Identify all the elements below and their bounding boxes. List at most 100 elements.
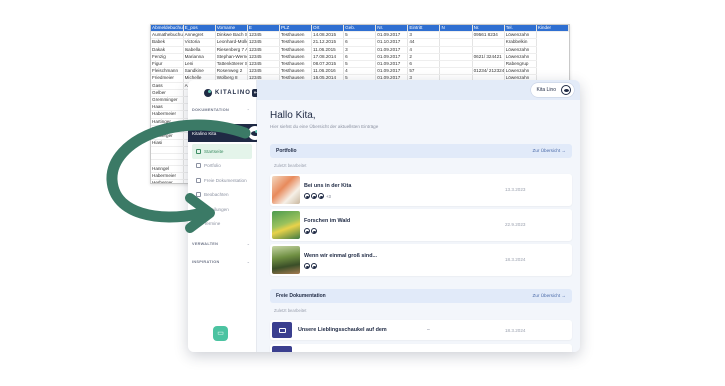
spreadsheet-cell[interactable]: 11.06.2016: [311, 67, 345, 76]
spreadsheet-cell[interactable]: 01.09.2017: [375, 46, 409, 54]
spreadsheet-cell[interactable]: 01234/ 212324: [472, 67, 505, 76]
spreadsheet-cell[interactable]: 12345: [247, 67, 280, 76]
spreadsheet-cell[interactable]: 01.09.2017: [375, 60, 409, 69]
spreadsheet-cell[interactable]: Herberger: [151, 179, 184, 183]
logo[interactable]: KITALINO: [204, 89, 251, 97]
spreadsheet-cell[interactable]: 01.09.2017: [375, 67, 409, 76]
spreadsheet-cell[interactable]: 5: [343, 60, 377, 69]
spreadsheet-cell[interactable]: Isabella: [183, 46, 216, 54]
spreadsheet-header-cell[interactable]: Eintritt: [407, 25, 441, 33]
spreadsheet-cell[interactable]: Figur: [151, 60, 184, 69]
spreadsheet-cell[interactable]: Riesenberg 7 A: [215, 46, 248, 54]
spreadsheet-cell[interactable]: Fleischmann: [151, 67, 184, 76]
spreadsheet-cell[interactable]: 01.09.2017: [375, 31, 409, 40]
spreadsheet-header-cell[interactable]: Kinder: [536, 25, 569, 33]
spreadsheet-cell[interactable]: Herberger: [151, 132, 184, 141]
spreadsheet-cell[interactable]: 4: [343, 67, 377, 76]
spreadsheet-cell[interactable]: [472, 46, 505, 54]
spreadsheet-cell[interactable]: [439, 31, 473, 40]
spreadsheet-header-cell[interactable]: Abmeldebuchung: [151, 25, 184, 33]
spreadsheet-header-cell[interactable]: Nr.: [375, 25, 409, 33]
spreadsheet-cell[interactable]: Krabbelkin: [504, 38, 537, 47]
portfolio-overview-link[interactable]: Zur Übersicht →: [533, 144, 566, 158]
spreadsheet-cell[interactable]: 2: [407, 53, 441, 62]
spreadsheet-cell[interactable]: [439, 38, 473, 47]
free-docs-overview-link[interactable]: Zur Übersicht →: [533, 289, 566, 303]
spreadsheet-cell[interactable]: 11.06.2015: [311, 46, 345, 54]
spreadsheet-cell[interactable]: Rosenweg 2: [215, 67, 248, 76]
spreadsheet-cell[interactable]: Hoenzel: [151, 125, 184, 134]
spreadsheet-header-cell[interactable]: E_pos: [183, 25, 216, 33]
spreadsheet-cell[interactable]: Löwenzahn: [504, 31, 537, 40]
spreadsheet-cell[interactable]: 21.12.2015: [311, 38, 345, 47]
spreadsheet-cell[interactable]: 3: [343, 46, 377, 54]
spreadsheet-cell[interactable]: Sandkine: [183, 67, 216, 76]
free-doc-card[interactable]: [270, 344, 572, 352]
spreadsheet-cell[interactable]: Habermeier: [151, 172, 184, 181]
spreadsheet-header-cell[interactable]: Tel.: [504, 25, 537, 33]
spreadsheet-cell[interactable]: 3: [407, 31, 441, 40]
spreadsheet-cell[interactable]: 44: [407, 38, 441, 47]
spreadsheet-cell[interactable]: [472, 38, 505, 47]
spreadsheet-cell[interactable]: Habermeier: [151, 110, 184, 119]
spreadsheet-cell[interactable]: Gass: [151, 82, 184, 90]
sidebar-item-freie-dokumentation[interactable]: Freie Dokumentation: [192, 173, 252, 188]
spreadsheet-cell[interactable]: Babek: [151, 38, 184, 47]
spreadsheet-cell[interactable]: Löwenzahn: [504, 46, 537, 54]
spreadsheet-cell[interactable]: Hiasi: [151, 139, 184, 148]
spreadsheet-cell[interactable]: 01.10.2017: [375, 38, 409, 47]
spreadsheet-header-cell[interactable]: PLZ: [279, 25, 313, 33]
spreadsheet-cell[interactable]: Löwenzahn: [504, 67, 537, 76]
spreadsheet-cell[interactable]: Leni: [183, 60, 216, 69]
spreadsheet-cell[interactable]: Rabengrup: [504, 60, 537, 69]
spreadsheet-cell[interactable]: 6: [343, 53, 377, 62]
sidebar-item-startseite[interactable]: Startseite: [192, 144, 252, 159]
spreadsheet-cell[interactable]: Gelber: [151, 89, 184, 98]
portfolio-card[interactable]: Wenn wir einmal groß sind... 18.3.2024: [270, 244, 572, 276]
sidebar-item-mitteilungen[interactable]: Mitteilungen: [192, 202, 252, 217]
spreadsheet-cell[interactable]: Aumathebuchung: [151, 31, 184, 40]
spreadsheet-cell[interactable]: 01.09.2017: [375, 53, 409, 62]
spreadsheet-cell[interactable]: Tattenköterer Str. 32b: [215, 60, 248, 69]
sidebar-item-portfolio[interactable]: Portfolio: [192, 159, 252, 174]
spreadsheet-cell[interactable]: [439, 67, 473, 76]
spreadsheet-cell[interactable]: 08.07.2015: [311, 60, 345, 69]
spreadsheet-header-cell[interactable]: Geb.: [343, 25, 377, 33]
spreadsheet-cell[interactable]: 12345: [247, 38, 280, 47]
spreadsheet-cell[interactable]: Friedmeier: [151, 74, 184, 83]
spreadsheet-cell[interactable]: Hartinger: [151, 118, 184, 126]
section-documentation[interactable]: DOKUMENTATION: [192, 108, 229, 112]
sidebar-item-termine[interactable]: Termine: [192, 217, 252, 232]
spreadsheet-cell[interactable]: 12345: [247, 60, 280, 69]
spreadsheet-cell[interactable]: 6: [343, 38, 377, 47]
spreadsheet-cell[interactable]: Gremminger: [151, 96, 184, 105]
spreadsheet-cell[interactable]: 5: [343, 31, 377, 40]
spreadsheet-cell[interactable]: [472, 60, 505, 69]
spreadsheet-cell[interactable]: Annegret: [183, 31, 216, 40]
portfolio-card[interactable]: Bei uns in der Kita +3 13.3.2023: [270, 174, 572, 206]
spreadsheet-cell[interactable]: Hanngel: [151, 165, 184, 174]
spreadsheet-cell[interactable]: 12345: [247, 46, 280, 54]
spreadsheet-cell[interactable]: 57: [407, 67, 441, 76]
spreadsheet-cell[interactable]: Marianna: [183, 53, 216, 62]
spreadsheet-cell[interactable]: Stephan-Werner-Str. 26: [215, 53, 248, 62]
card-action-button[interactable]: ▭: [213, 326, 228, 341]
spreadsheet-cell[interactable]: Testhausen: [279, 53, 313, 62]
spreadsheet-cell[interactable]: Testhausen: [279, 31, 313, 40]
spreadsheet-cell[interactable]: Leonhard-Müller-Str.: [215, 38, 248, 47]
spreadsheet-header-cell[interactable]: Vorname: [215, 25, 248, 33]
spreadsheet-header-cell[interactable]: Nr.: [472, 25, 505, 33]
spreadsheet-cell[interactable]: 14.08.2015: [311, 31, 345, 40]
user-switcher[interactable]: Kitalino Kita →: [188, 124, 263, 142]
spreadsheet-header-cell[interactable]: N: [439, 25, 473, 33]
spreadsheet-cell[interactable]: Testhausen: [279, 38, 313, 47]
spreadsheet-cell[interactable]: [439, 53, 473, 62]
spreadsheet-cell[interactable]: [439, 46, 473, 54]
spreadsheet-cell[interactable]: [439, 60, 473, 69]
spreadsheet-cell[interactable]: 4: [407, 46, 441, 54]
spreadsheet-cell[interactable]: Löwenzahn: [504, 53, 537, 62]
spreadsheet-cell[interactable]: Testhausen: [279, 60, 313, 69]
spreadsheet-cell[interactable]: 12345: [247, 31, 280, 40]
free-doc-card[interactable]: Unsere Lieblingsschaukel auf dem – 18.3.…: [270, 320, 572, 340]
spreadsheet-cell[interactable]: Testhausen: [279, 46, 313, 54]
